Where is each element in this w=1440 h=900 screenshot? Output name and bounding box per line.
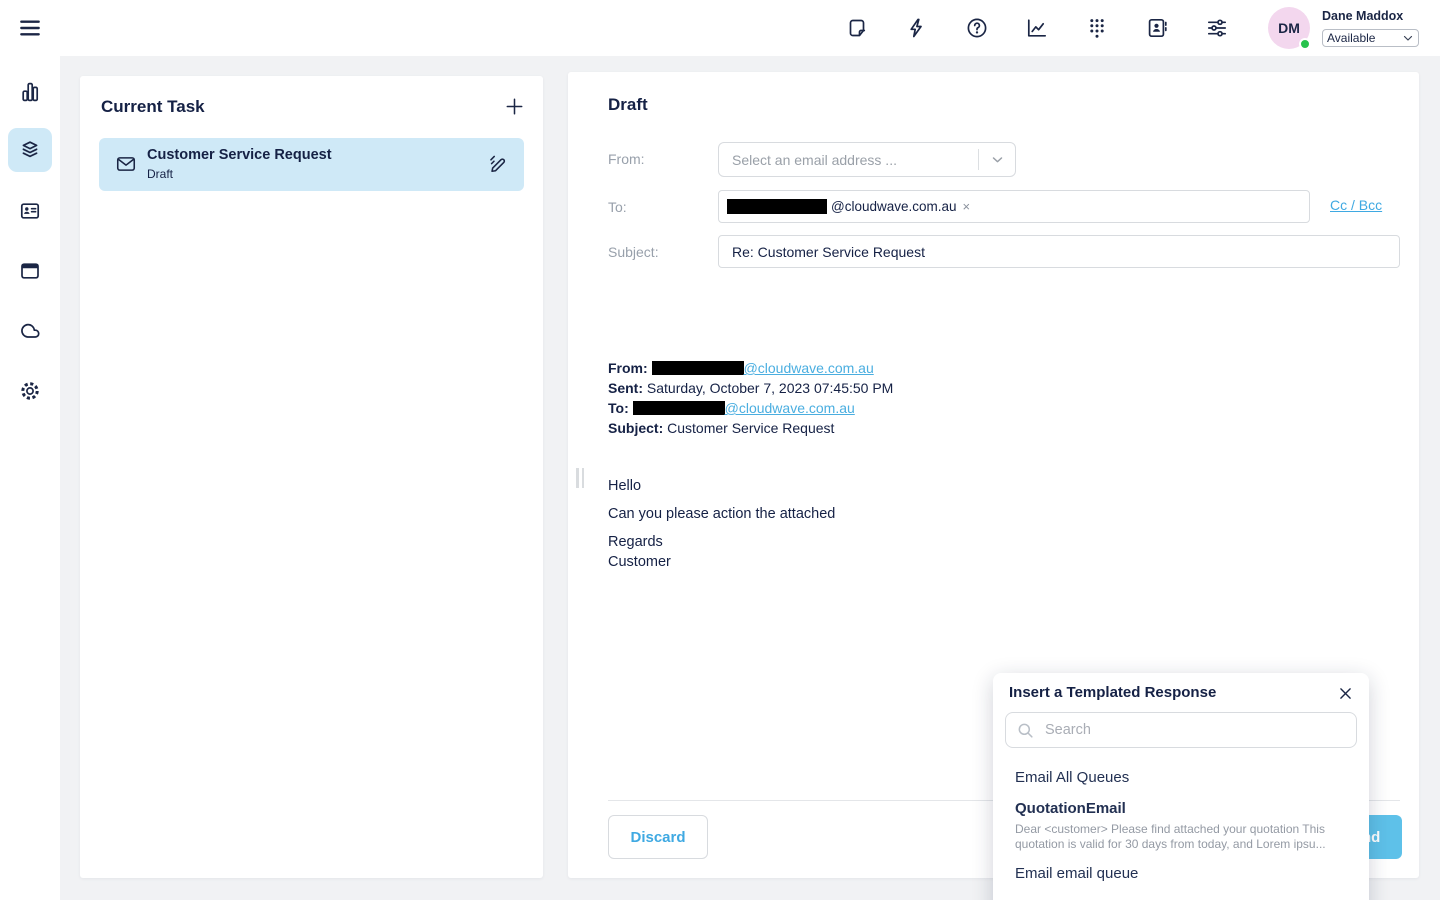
- panel-title: Current Task: [101, 97, 205, 117]
- current-task-panel: Current Task Customer Service Request Dr…: [80, 76, 543, 878]
- remove-recipient-icon[interactable]: ×: [961, 199, 973, 214]
- body-line: Can you please action the attached: [608, 506, 835, 524]
- task-item[interactable]: Customer Service Request Draft: [99, 138, 524, 191]
- chevron-down-icon: [1402, 32, 1414, 44]
- from-email-select[interactable]: Select an email address ...: [718, 142, 1016, 177]
- top-bar: DM Dane Maddox Available: [0, 0, 1440, 56]
- template-search-box: [1005, 712, 1357, 748]
- panel-resize-handle[interactable]: [576, 468, 585, 488]
- body-line: Hello: [608, 478, 835, 496]
- subject-input[interactable]: [718, 235, 1400, 268]
- task-item-subtitle: Draft: [147, 167, 173, 181]
- quoted-email-header: From: @cloudwave.com.au Sent: Saturday, …: [608, 358, 893, 438]
- quoted-from-email-link[interactable]: @cloudwave.com.au: [744, 360, 874, 376]
- help-icon[interactable]: [965, 16, 989, 40]
- preferences-icon[interactable]: [1205, 16, 1229, 40]
- hamburger-menu-icon[interactable]: [16, 14, 44, 42]
- recipient-chip: @cloudwave.com.au ×: [727, 199, 972, 214]
- lightning-icon[interactable]: [905, 16, 929, 40]
- discard-button[interactable]: Discard: [608, 815, 708, 859]
- template-item[interactable]: Email All Queues: [1015, 769, 1129, 786]
- status-value: Available: [1327, 31, 1402, 45]
- search-input[interactable]: [1035, 722, 1356, 738]
- task-item-title: Customer Service Request: [147, 147, 332, 163]
- admin-gear-icon[interactable]: [18, 379, 42, 403]
- redacted-text: [727, 199, 827, 214]
- template-item[interactable]: Email email queue: [1015, 865, 1138, 882]
- contacts-icon[interactable]: [1145, 16, 1169, 40]
- left-sidebar: [0, 56, 60, 900]
- presence-dot: [1299, 38, 1311, 50]
- body-line: Regards: [608, 534, 835, 552]
- recipient-domain: @cloudwave.com.au: [831, 199, 957, 214]
- app-root: DM Dane Maddox Available: [0, 0, 1440, 900]
- add-task-button[interactable]: [500, 92, 528, 120]
- to-label: To:: [608, 199, 627, 215]
- avatar-initials: DM: [1278, 20, 1300, 36]
- template-item[interactable]: QuotationEmail: [1015, 800, 1126, 817]
- draft-title: Draft: [608, 95, 648, 115]
- search-icon: [1016, 721, 1035, 740]
- note-icon[interactable]: [845, 16, 869, 40]
- quoted-subject-line: Subject: Customer Service Request: [608, 418, 893, 438]
- directory-icon[interactable]: [18, 199, 42, 223]
- from-select-placeholder: Select an email address ...: [719, 152, 978, 168]
- draft-pen-icon: [487, 153, 509, 175]
- avatar[interactable]: DM: [1268, 7, 1310, 49]
- cloud-icon[interactable]: [18, 319, 42, 343]
- interactions-icon[interactable]: [18, 138, 42, 162]
- from-label: From:: [608, 151, 645, 167]
- dialpad-icon[interactable]: [1085, 16, 1109, 40]
- quoted-sent-line: Sent: Saturday, October 7, 2023 07:45:50…: [608, 378, 893, 398]
- chevron-down-icon: [979, 152, 1015, 167]
- popup-title: Insert a Templated Response: [1009, 684, 1216, 701]
- quoted-from-line: From: @cloudwave.com.au: [608, 358, 893, 378]
- user-name: Dane Maddox: [1322, 9, 1403, 23]
- quoted-to-line: To: @cloudwave.com.au: [608, 398, 893, 418]
- redacted-text: [633, 401, 725, 415]
- apps-icon[interactable]: [18, 259, 42, 283]
- quoted-to-email-link[interactable]: @cloudwave.com.au: [725, 400, 855, 416]
- status-select[interactable]: Available: [1322, 29, 1419, 47]
- body-line: Customer: [608, 554, 835, 572]
- template-item-description: Dear <customer> Please find attached you…: [1015, 822, 1349, 852]
- close-icon[interactable]: [1333, 681, 1357, 705]
- to-recipients-field[interactable]: @cloudwave.com.au ×: [718, 190, 1310, 223]
- cc-bcc-link[interactable]: Cc / Bcc: [1330, 197, 1382, 213]
- email-icon: [115, 153, 137, 175]
- performance-icon[interactable]: [1025, 16, 1049, 40]
- redacted-text: [652, 361, 744, 375]
- topbar-icon-row: [845, 16, 1229, 40]
- subject-label: Subject:: [608, 244, 659, 260]
- email-body[interactable]: Hello Can you please action the attached…: [608, 478, 835, 582]
- templated-response-popup: Insert a Templated Response Email All Qu…: [993, 673, 1369, 900]
- activity-icon[interactable]: [18, 80, 42, 104]
